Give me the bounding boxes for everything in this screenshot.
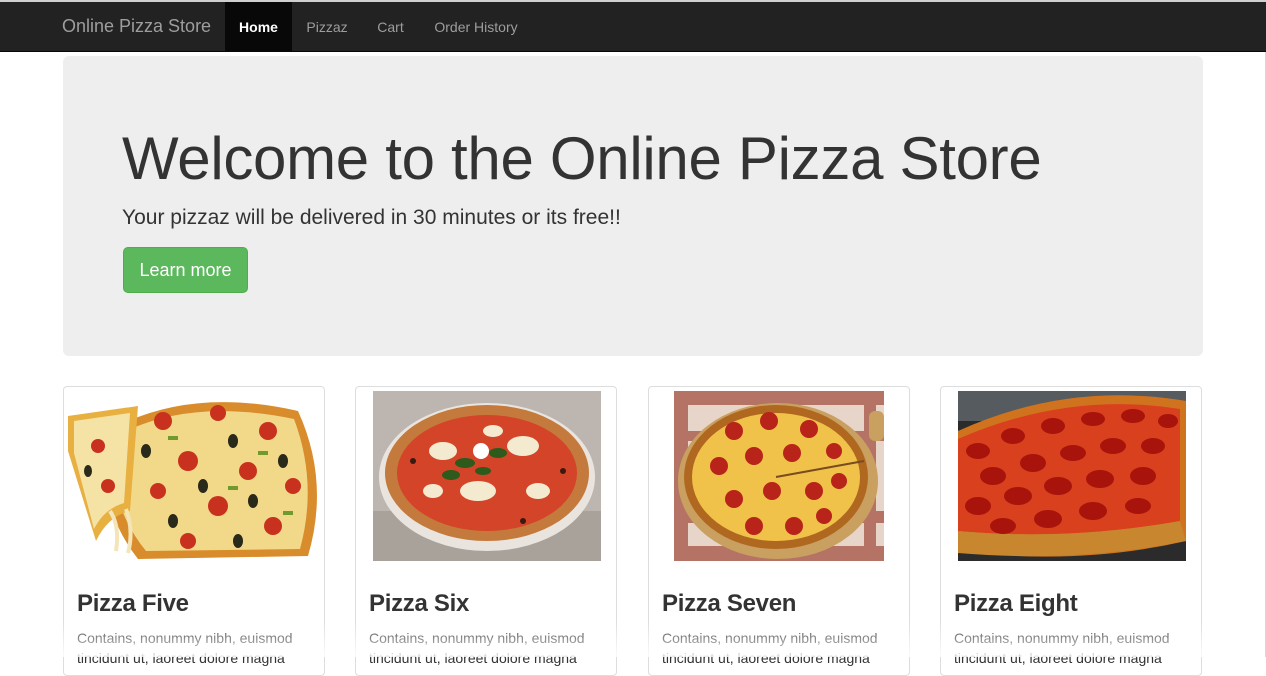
pizza-name: Pizza Seven bbox=[662, 590, 797, 617]
hero-title: Welcome to the Online Pizza Store bbox=[122, 125, 1042, 192]
pizza-image[interactable] bbox=[373, 391, 601, 561]
pizza-card: Pizza Eight Contains, nonummy nibh, euis… bbox=[940, 386, 1202, 676]
pepperoni-closeup-photo bbox=[958, 391, 1186, 561]
nav-item-order-history[interactable]: Order History bbox=[419, 2, 533, 52]
hero-subtitle: Your pizzaz will be delivered in 30 minu… bbox=[122, 206, 621, 229]
pizza-card: Pizza Seven Contains, nonummy nibh, euis… bbox=[648, 386, 910, 676]
nav-item-pizzaz[interactable]: Pizzaz bbox=[292, 2, 362, 52]
brand-link[interactable]: Online Pizza Store bbox=[62, 15, 211, 37]
pizza-description-line: Contains, nonummy nibh, euismod bbox=[77, 630, 293, 646]
pizza-name: Pizza Five bbox=[77, 590, 189, 617]
pizza-description: Contains, nonummy nibh, euismod tincidun… bbox=[369, 628, 609, 668]
pizza-image[interactable] bbox=[68, 391, 320, 561]
pizza-description-line: tincidunt ut, laoreet dolore magna bbox=[662, 650, 870, 666]
pizza-slice-photo bbox=[68, 391, 320, 561]
pizza-card: Pizza Five Contains, nonummy nibh, euism… bbox=[63, 386, 325, 676]
pizza-description-line: Contains, nonummy nibh, euismod bbox=[369, 630, 585, 646]
pizza-image[interactable] bbox=[674, 391, 884, 561]
pizza-description-line: tincidunt ut, laoreet dolore magna bbox=[369, 650, 577, 666]
nav-item-home[interactable]: Home bbox=[225, 2, 292, 52]
learn-more-button[interactable]: Learn more bbox=[123, 247, 248, 293]
pizza-name: Pizza Eight bbox=[954, 590, 1078, 617]
pizza-card: Pizza Six Contains, nonummy nibh, euismo… bbox=[355, 386, 617, 676]
pizza-description-line: Contains, nonummy nibh, euismod bbox=[662, 630, 878, 646]
pizza-name: Pizza Six bbox=[369, 590, 470, 617]
pizza-description-line: tincidunt ut, laoreet dolore magna bbox=[954, 650, 1162, 666]
nav-item-cart[interactable]: Cart bbox=[362, 2, 419, 52]
pizza-description: Contains, nonummy nibh, euismod tincidun… bbox=[954, 628, 1194, 668]
hero-jumbotron: Welcome to the Online Pizza Store Your p… bbox=[63, 56, 1203, 356]
pizza-description: Contains, nonummy nibh, euismod tincidun… bbox=[77, 628, 317, 668]
top-navbar: Online Pizza Store Home Pizzaz Cart Orde… bbox=[0, 0, 1266, 52]
pizza-description: Contains, nonummy nibh, euismod tincidun… bbox=[662, 628, 902, 668]
margherita-pizza-photo bbox=[373, 391, 601, 561]
pizza-description-line: tincidunt ut, laoreet dolore magna bbox=[77, 650, 285, 666]
pizza-image[interactable] bbox=[958, 391, 1186, 561]
pepperoni-board-photo bbox=[674, 391, 884, 561]
pizza-description-line: Contains, nonummy nibh, euismod bbox=[954, 630, 1170, 646]
